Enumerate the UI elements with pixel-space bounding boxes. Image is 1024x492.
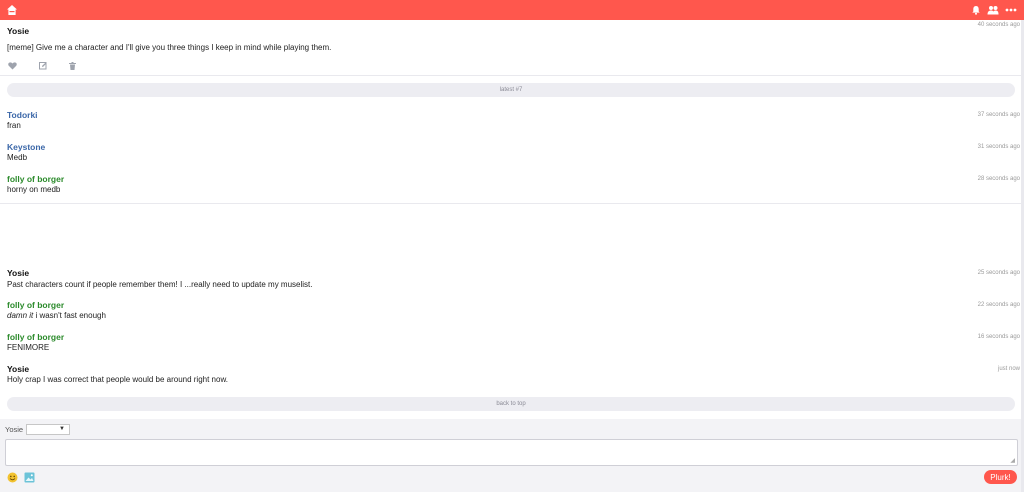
divider [0,203,1021,204]
home-icon[interactable] [6,4,18,16]
edit-icon[interactable] [39,62,47,70]
response-author[interactable]: folly of borger [7,332,64,342]
qualifier-select[interactable]: ▼ [26,424,70,435]
heart-icon[interactable] [8,62,17,70]
friends-icon[interactable] [987,5,999,15]
response-time: just now [997,366,1020,372]
poster-name: Yosie [5,425,24,434]
response-time: 22 seconds ago [977,302,1020,308]
bell-icon[interactable] [971,5,981,15]
latest-responses-button[interactable]: latest #7 [7,83,1015,97]
response-author[interactable]: Yosie [7,268,29,278]
response-time: 28 seconds ago [977,176,1020,182]
trash-icon[interactable] [69,62,76,70]
response-input[interactable]: ◢ [5,439,1018,466]
resize-grip-icon[interactable]: ◢ [1010,457,1015,464]
chevron-down-icon: ▼ [59,426,65,432]
top-bar [0,0,1024,20]
response-author[interactable]: Keystone [7,142,45,152]
image-upload-icon[interactable] [24,472,35,483]
response-author[interactable]: Todorki [7,110,38,120]
post-time: 40 seconds ago [977,22,1020,28]
response-time: 37 seconds ago [977,112,1020,118]
plurk-submit-button[interactable]: Plurk! [984,470,1017,484]
response-time: 25 seconds ago [977,270,1020,276]
response-author[interactable]: folly of borger [7,300,64,310]
response-text: Past characters count if people remember… [7,280,313,289]
divider [0,75,1021,76]
response-text: horny on medb [7,185,61,194]
response-author[interactable]: folly of borger [7,174,64,184]
post-text: [meme] Give me a character and I'll give… [7,43,332,52]
response-author[interactable]: Yosie [7,364,29,374]
response-text: FENIMORE [7,343,50,352]
response-time: 31 seconds ago [977,144,1020,150]
emoticon-icon[interactable] [7,472,18,483]
response-time: 16 seconds ago [977,334,1020,340]
response-text-italic: damn it [7,311,34,320]
response-text: Medb [7,153,28,162]
response-text: damn it i wasn't fast enough [7,311,106,320]
back-to-top-button[interactable]: back to top [7,397,1015,411]
more-icon[interactable] [1005,8,1017,12]
post-author[interactable]: Yosie [7,26,29,36]
response-text: Holy crap I was correct that people woul… [7,375,229,384]
response-text-rest: i wasn't fast enough [33,311,106,320]
response-text: fran [7,121,21,130]
